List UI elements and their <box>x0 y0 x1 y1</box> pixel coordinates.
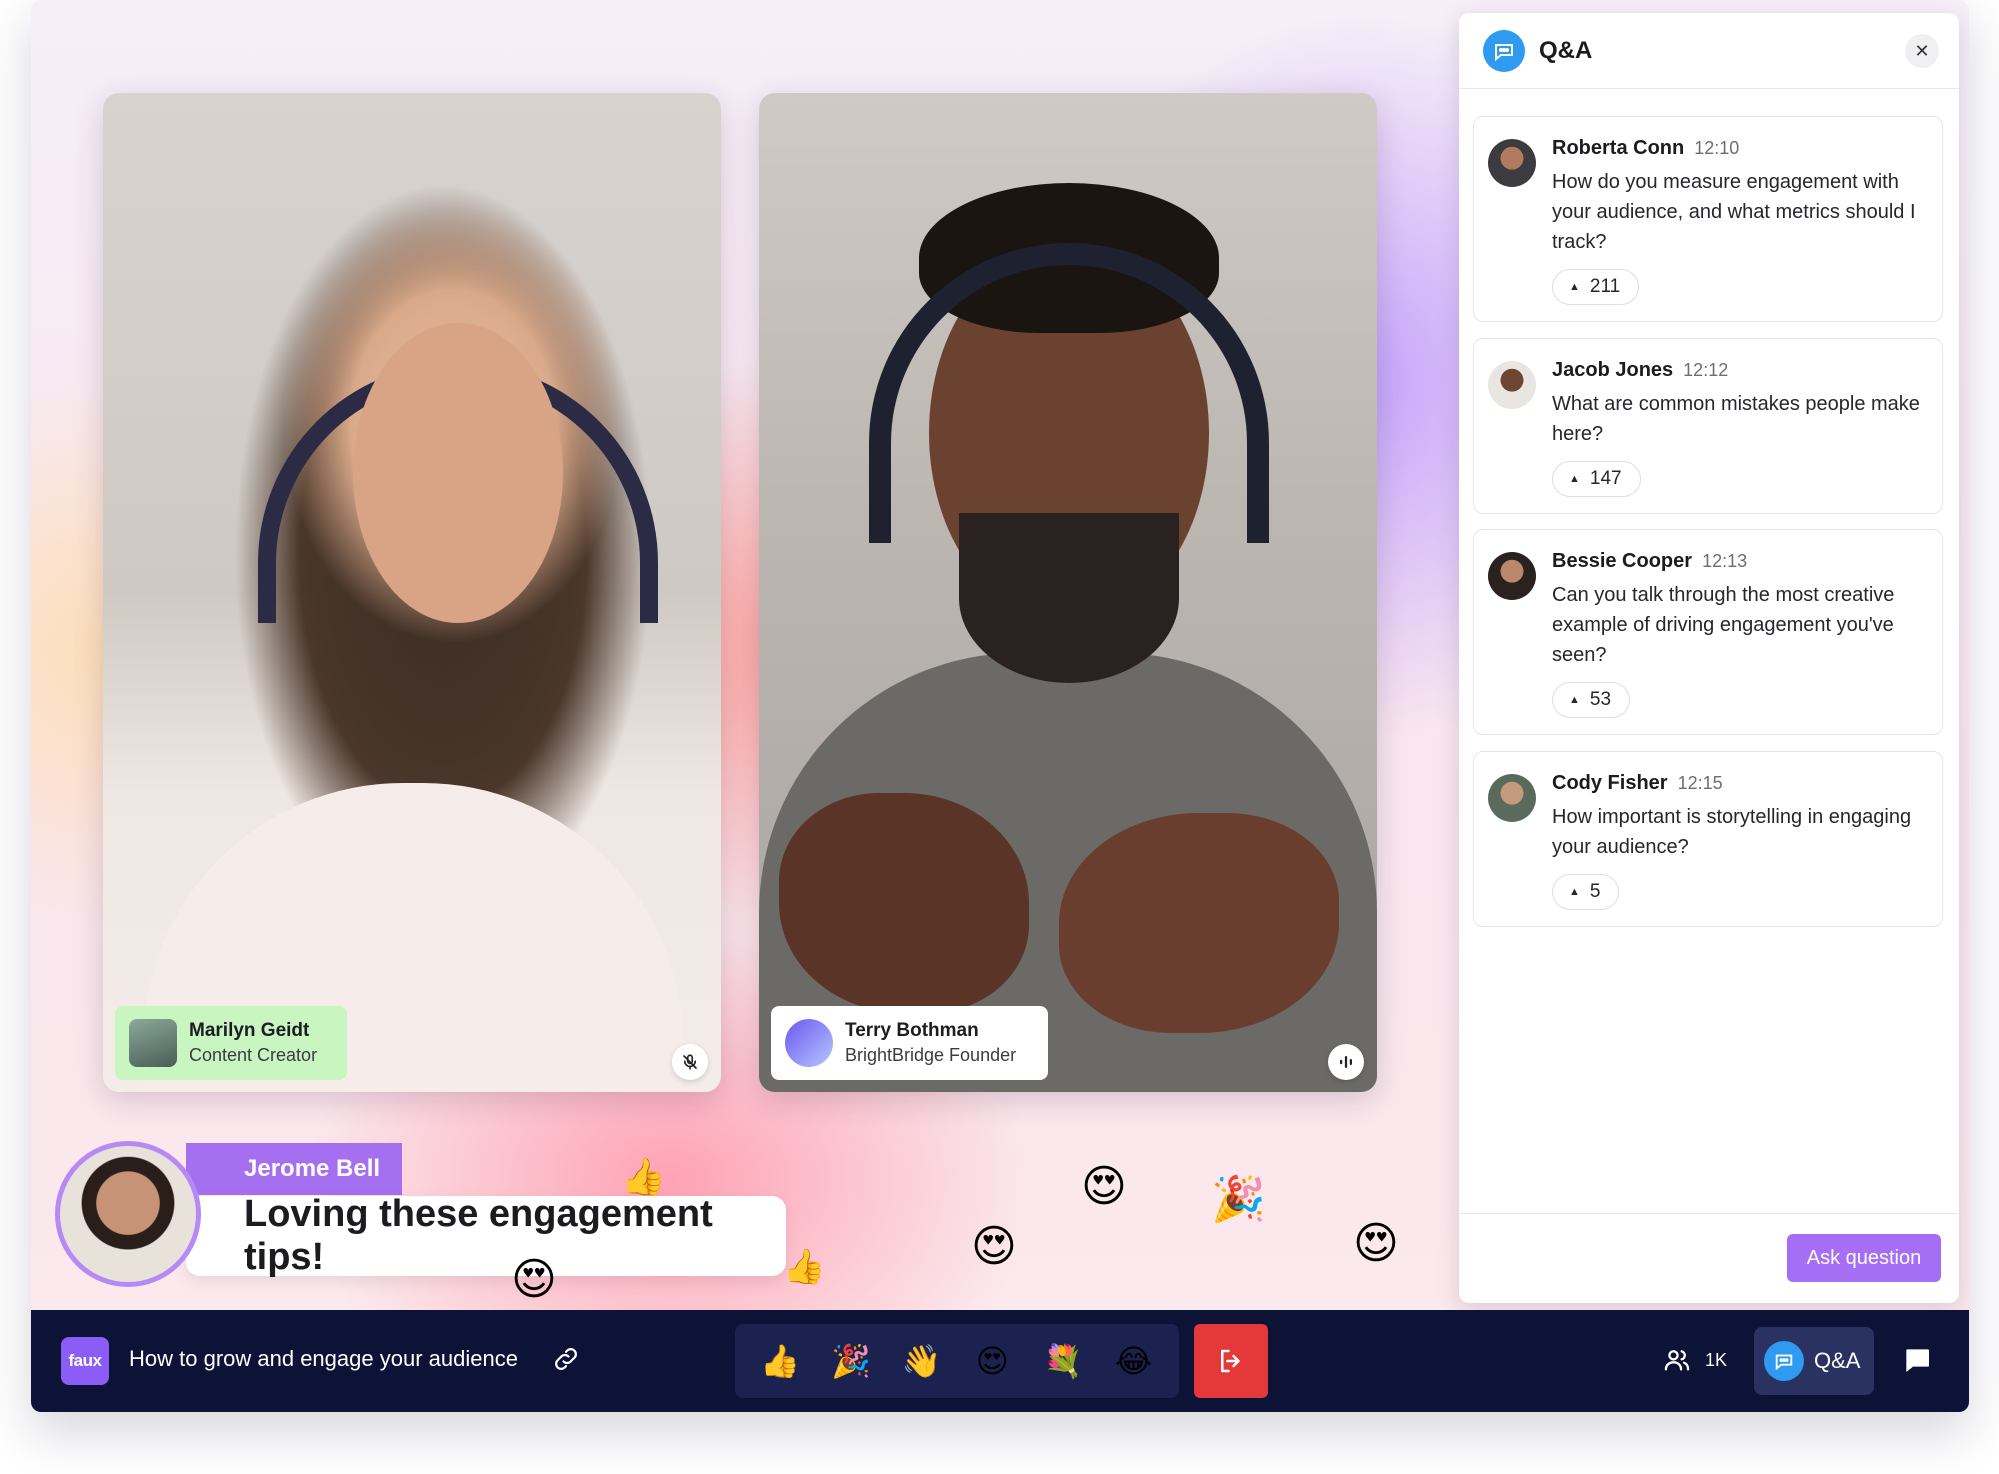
speaker-role: BrightBridge Founder <box>845 1045 1017 1065</box>
upvote-arrow-icon: ▲ <box>1569 281 1580 293</box>
floating-emoji: 😍 <box>971 1221 1017 1272</box>
close-icon[interactable]: ✕ <box>1905 34 1939 68</box>
speaker-name: Marilyn Geidt <box>189 1020 310 1041</box>
qa-toggle-button[interactable]: Q&A <box>1754 1327 1874 1395</box>
floating-emoji: 😍 <box>511 1254 557 1305</box>
attendee-count: 1K <box>1705 1349 1728 1370</box>
attendees-indicator[interactable]: 1K <box>1663 1346 1727 1374</box>
avatar <box>129 1019 177 1067</box>
avatar <box>1488 139 1536 187</box>
question-text: How important is storytelling in engagin… <box>1552 806 1912 858</box>
upvote-count: 5 <box>1589 881 1601 902</box>
upvote-count: 53 <box>1589 689 1612 710</box>
question-author: Roberta Conn <box>1552 137 1685 159</box>
exit-icon <box>1221 1349 1240 1373</box>
upvote-button[interactable]: ▲ 211 <box>1552 269 1640 305</box>
reaction-thumbs-up[interactable]: 👍 <box>755 1345 805 1377</box>
upvote-arrow-icon: ▲ <box>1569 886 1580 898</box>
question-author: Cody Fisher <box>1552 772 1668 794</box>
floating-emoji: 🎉 <box>1211 1174 1266 1225</box>
floating-emoji: 👍 <box>621 1157 666 1198</box>
app-window: Marilyn Geidt Content Creator Terry Both… <box>31 0 1969 1412</box>
session-title: How to grow and engage your audience <box>129 1346 518 1371</box>
people-icon <box>1664 1350 1690 1371</box>
qa-title: Q&A <box>1539 36 1593 64</box>
question-card: Jacob Jones 12:12 What are common mistake… <box>1473 338 1943 514</box>
brand-logo: faux <box>61 1337 109 1385</box>
question-card: Bessie Cooper 12:13 Can you talk through … <box>1473 529 1943 735</box>
question-text: Can you talk through the most creative e… <box>1552 584 1895 666</box>
avatar <box>1488 361 1536 409</box>
qa-header: Q&A ✕ <box>1459 13 1959 89</box>
question-time: 12:15 <box>1677 773 1723 793</box>
speaker-nametag: Terry Bothman BrightBridge Founder <box>771 1006 1048 1080</box>
floating-emoji: 😍 <box>1081 1161 1127 1212</box>
reaction-party[interactable]: 🎉 <box>826 1345 876 1377</box>
audio-wave-icon[interactable] <box>1328 1044 1364 1080</box>
link-icon[interactable] <box>551 1344 581 1374</box>
upvote-button[interactable]: ▲ 5 <box>1552 874 1620 910</box>
upvote-button[interactable]: ▲ 147 <box>1552 461 1641 497</box>
question-text: What are common mistakes people make her… <box>1552 393 1920 445</box>
reaction-wave[interactable]: 👋 <box>897 1345 947 1377</box>
video-tile-terry[interactable] <box>759 93 1377 1092</box>
upvote-count: 147 <box>1589 468 1622 489</box>
reaction-laugh[interactable]: 😂 <box>1109 1345 1159 1377</box>
qa-chat-icon <box>1764 1341 1804 1381</box>
company-logo <box>785 1019 833 1067</box>
leave-button[interactable] <box>1194 1324 1268 1398</box>
reaction-bouquet[interactable]: 💐 <box>1038 1345 1088 1377</box>
reaction-heart-eyes[interactable]: 😍 <box>967 1345 1017 1377</box>
question-author: Jacob Jones <box>1552 359 1674 381</box>
floating-emoji: 😍 <box>1353 1218 1399 1269</box>
upvote-arrow-icon: ▲ <box>1569 694 1580 706</box>
question-time: 12:13 <box>1702 551 1748 571</box>
speaker-nametag: Marilyn Geidt Content Creator <box>115 1006 347 1080</box>
qa-toggle-label: Q&A <box>1814 1348 1861 1373</box>
chat-highlight-message: Loving these engagement tips! <box>186 1193 786 1278</box>
speaker-hand <box>1059 813 1339 1033</box>
speaker-role: Content Creator <box>189 1045 318 1065</box>
mic-off-icon[interactable] <box>672 1044 708 1080</box>
upvote-button[interactable]: ▲ 53 <box>1552 682 1631 718</box>
floating-emoji: 👍 <box>783 1247 826 1287</box>
speaker-name: Terry Bothman <box>845 1020 979 1041</box>
bottom-toolbar: faux How to grow and engage your audienc… <box>31 1310 1969 1412</box>
speaker-hand <box>779 793 1029 1013</box>
upvote-count: 211 <box>1589 276 1621 297</box>
upvote-arrow-icon: ▲ <box>1569 473 1580 485</box>
reaction-bar: 👍 🎉 👋 😍 💐 😂 <box>735 1324 1179 1398</box>
avatar <box>1488 774 1536 822</box>
qa-footer: Ask question <box>1459 1213 1959 1303</box>
question-author: Bessie Cooper <box>1552 550 1693 572</box>
ask-question-button[interactable]: Ask question <box>1787 1234 1941 1282</box>
qa-panel: Q&A ✕ Roberta Conn 12:10 How do you measu… <box>1459 13 1959 1303</box>
question-card: Cody Fisher 12:15 How important is storyt… <box>1473 751 1943 927</box>
question-text: How do you measure engagement with your … <box>1552 171 1916 253</box>
avatar <box>1488 552 1536 600</box>
video-tile-marilyn[interactable] <box>103 93 721 1092</box>
qa-chat-icon <box>1483 29 1525 72</box>
question-card: Roberta Conn 12:10 How do you measure eng… <box>1473 116 1943 322</box>
question-time: 12:12 <box>1683 360 1729 380</box>
avatar <box>55 1141 201 1287</box>
stage: Marilyn Geidt Content Creator Terry Both… <box>31 0 1969 1310</box>
chat-icon[interactable] <box>1901 1344 1933 1376</box>
question-time: 12:10 <box>1694 138 1740 158</box>
speaker-face <box>353 323 563 623</box>
chat-author-name: Jerome Bell <box>186 1143 402 1195</box>
